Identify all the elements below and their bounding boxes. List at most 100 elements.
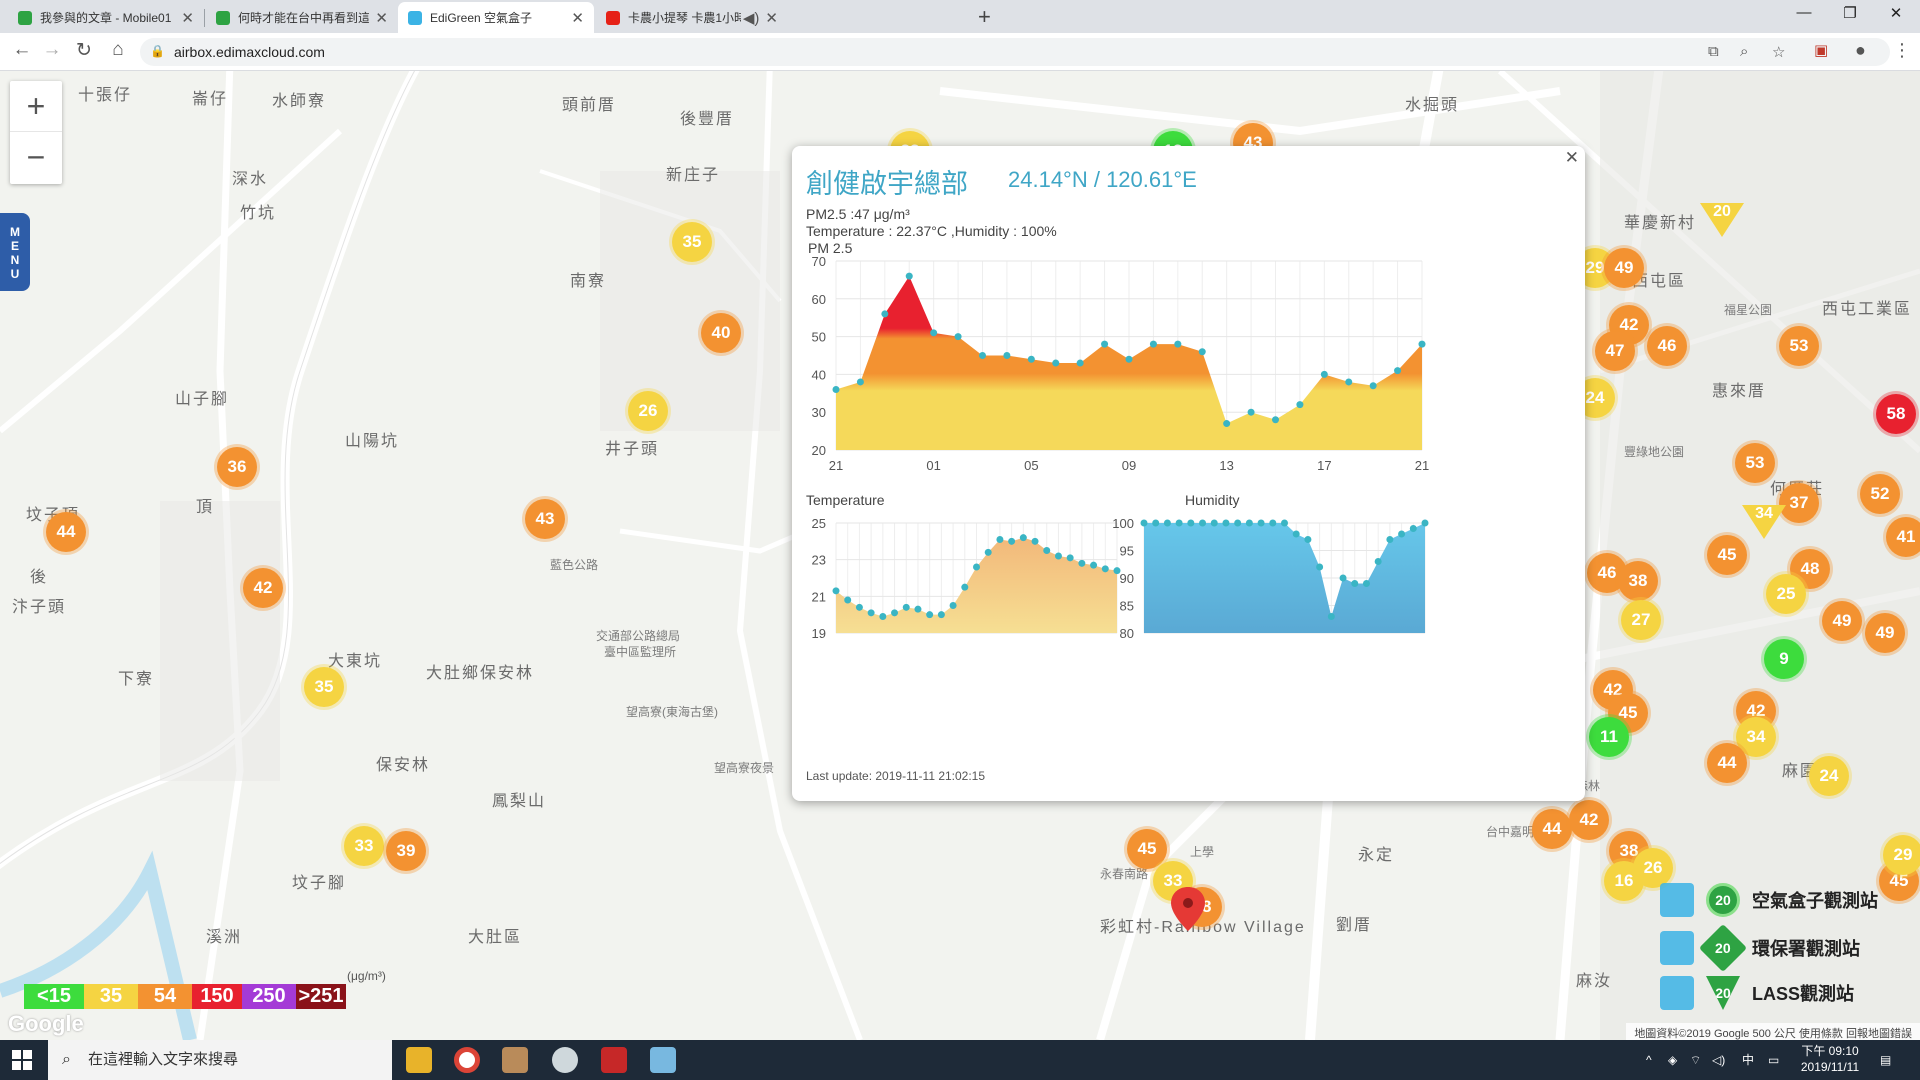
place-label: 保安林	[376, 757, 431, 774]
station-marker[interactable]: 49	[1604, 248, 1644, 288]
restore-icon[interactable]: ❐	[1830, 4, 1870, 22]
station-marker[interactable]: 40	[701, 313, 741, 353]
station-marker[interactable]: 11	[1589, 717, 1629, 757]
env-reading: Temperature : 22.37°C ,Humidity : 100%	[806, 223, 1057, 239]
station-marker[interactable]: 53	[1735, 443, 1775, 483]
station-marker[interactable]: 49	[1822, 601, 1862, 641]
zoom-in-button[interactable]: +	[10, 81, 62, 132]
app-icon-blue[interactable]	[650, 1047, 676, 1073]
file-explorer-icon[interactable]	[406, 1047, 432, 1073]
station-marker[interactable]: 39	[386, 831, 426, 871]
close-tab-icon[interactable]: ✕	[375, 9, 388, 27]
station-marker[interactable]: 25	[1766, 574, 1806, 614]
chrome-icon[interactable]	[454, 1047, 480, 1073]
url-text: airbox.edimaxcloud.com	[174, 44, 325, 60]
tab-mobile01[interactable]: 我參與的文章 - Mobile01 ✕	[8, 2, 204, 33]
station-marker[interactable]: 9	[1764, 639, 1804, 679]
lass-station-marker[interactable]: 34	[1742, 505, 1786, 539]
tab-edigreen[interactable]: EdiGreen 空氣盒子 ✕	[398, 2, 594, 33]
station-marker[interactable]: 33	[344, 826, 384, 866]
station-marker[interactable]: 42	[243, 568, 283, 608]
station-marker[interactable]: 29	[1883, 835, 1920, 875]
station-marker[interactable]: 44	[1532, 809, 1572, 849]
profile-icon[interactable]: ●	[1855, 40, 1866, 61]
legend-lass-stations[interactable]: 20 LASS觀測站	[1660, 976, 1854, 1010]
legend-airbox-stations[interactable]: 20 空氣盒子觀測站	[1660, 883, 1878, 917]
close-tab-icon[interactable]: ✕	[571, 9, 584, 27]
app-icon-eye[interactable]	[552, 1047, 578, 1073]
x-tick-label: 09	[1122, 458, 1136, 473]
place-label: 後豐厝	[680, 111, 735, 128]
notification-icon[interactable]: ▤	[1880, 1052, 1891, 1068]
tray-chevron-icon[interactable]: ^	[1646, 1052, 1652, 1068]
station-marker[interactable]: 42	[1569, 800, 1609, 840]
menu-dots-icon[interactable]: ⋮	[1893, 40, 1911, 61]
data-point	[1409, 525, 1417, 532]
app-icon-bird[interactable]	[502, 1047, 528, 1073]
station-marker[interactable]: 49	[1865, 613, 1905, 653]
zoom-out-button[interactable]: −	[10, 132, 62, 183]
station-marker[interactable]: 16	[1604, 861, 1644, 901]
translate-icon[interactable]: ⧉	[1708, 43, 1719, 60]
location-pin-icon[interactable]	[1171, 887, 1205, 937]
station-marker[interactable]: 41	[1886, 517, 1920, 557]
new-tab-icon[interactable]: +	[978, 4, 991, 30]
map-attribution[interactable]: 地圖資料©2019 Google 500 公尺 使用條款 回報地圖錯誤	[1626, 1023, 1920, 1040]
station-marker[interactable]: 38	[1618, 561, 1658, 601]
legend-epa-stations[interactable]: 20 環保署觀測站	[1660, 923, 1860, 973]
y-tick-label: 70	[812, 254, 826, 269]
search-placeholder: 在這裡輸入文字來搜尋	[88, 1051, 239, 1068]
close-tab-icon[interactable]: ✕	[181, 9, 194, 27]
data-point	[1090, 561, 1098, 569]
station-marker[interactable]: 35	[304, 667, 344, 707]
station-marker[interactable]: 27	[1621, 600, 1661, 640]
minimize-icon[interactable]: —	[1784, 4, 1824, 21]
tray-shield-icon[interactable]: ◈	[1668, 1052, 1677, 1068]
ime-indicator[interactable]: 中	[1742, 1052, 1754, 1068]
station-marker[interactable]: 47	[1595, 331, 1635, 371]
station-marker[interactable]: 44	[1707, 743, 1747, 783]
network-icon[interactable]: ⌔	[1690, 1052, 1701, 1068]
browser-tab-bar: 我參與的文章 - Mobile01 ✕ 何時才能在台中再看到這樣的藍天 ✕ Ed…	[0, 0, 1920, 33]
clock[interactable]: 下午 09:10 2019/11/11	[1790, 1043, 1870, 1075]
station-marker[interactable]: 43	[525, 499, 565, 539]
mobile01-favicon-icon	[18, 10, 32, 25]
map-canvas[interactable]: 十張仔 崙仔 水師寮 頭前厝後豐厝新庄子 水掘頭深水竹坑南寮山子腳山陽坑 井子頭後汴子頭坟…	[0, 71, 1920, 1040]
home-icon[interactable]: ⌂	[106, 39, 130, 61]
station-marker[interactable]: 24	[1809, 756, 1849, 796]
keyboard-icon[interactable]: ▭	[1768, 1052, 1779, 1068]
close-window-icon[interactable]: ✕	[1876, 4, 1916, 22]
station-marker[interactable]: 26	[628, 391, 668, 431]
place-label: 頭前厝	[562, 97, 617, 114]
place-label: 頂	[196, 499, 215, 516]
back-icon[interactable]: ←	[10, 39, 34, 61]
app-icon-red[interactable]	[601, 1047, 627, 1073]
reload-icon[interactable]: ↻	[72, 39, 96, 62]
station-marker[interactable]: 44	[46, 512, 86, 552]
popup-close-icon[interactable]: ✕	[1565, 148, 1579, 168]
menu-button[interactable]: MENU	[0, 213, 30, 291]
station-marker[interactable]: 53	[1779, 326, 1819, 366]
extension-icon[interactable]: ▣	[1814, 41, 1828, 59]
station-marker[interactable]: 46	[1647, 326, 1687, 366]
station-marker[interactable]: 52	[1860, 474, 1900, 514]
tab-mobile01-bluesky[interactable]: 何時才能在台中再看到這樣的藍天 ✕	[206, 2, 398, 33]
tab-youtube[interactable]: 卡農小提琴 卡農1小時 卡農C ◀) ✕	[596, 2, 788, 33]
data-point	[1398, 530, 1406, 538]
station-marker[interactable]: 36	[217, 447, 257, 487]
address-bar[interactable]: 🔒 airbox.edimaxcloud.com ⧉ ⌕ ☆	[140, 38, 1890, 66]
volume-icon[interactable]: ◁)	[1712, 1052, 1725, 1068]
zoom-icon[interactable]: ⌕	[1740, 43, 1748, 60]
forward-icon[interactable]: →	[40, 39, 64, 61]
audio-icon[interactable]: ◀)	[743, 9, 760, 27]
lass-station-marker[interactable]: 20	[1700, 203, 1744, 237]
bookmark-star-icon[interactable]: ☆	[1772, 43, 1785, 61]
station-marker[interactable]: 58	[1876, 394, 1916, 434]
close-tab-icon[interactable]: ✕	[765, 9, 778, 27]
station-marker[interactable]: 35	[672, 222, 712, 262]
data-point	[1066, 554, 1074, 562]
windows-start-icon[interactable]	[12, 1050, 32, 1070]
station-marker[interactable]: 45	[1707, 535, 1747, 575]
station-marker[interactable]: 45	[1127, 829, 1167, 869]
taskbar-search-box[interactable]: ⌕ 在這裡輸入文字來搜尋	[48, 1040, 392, 1080]
